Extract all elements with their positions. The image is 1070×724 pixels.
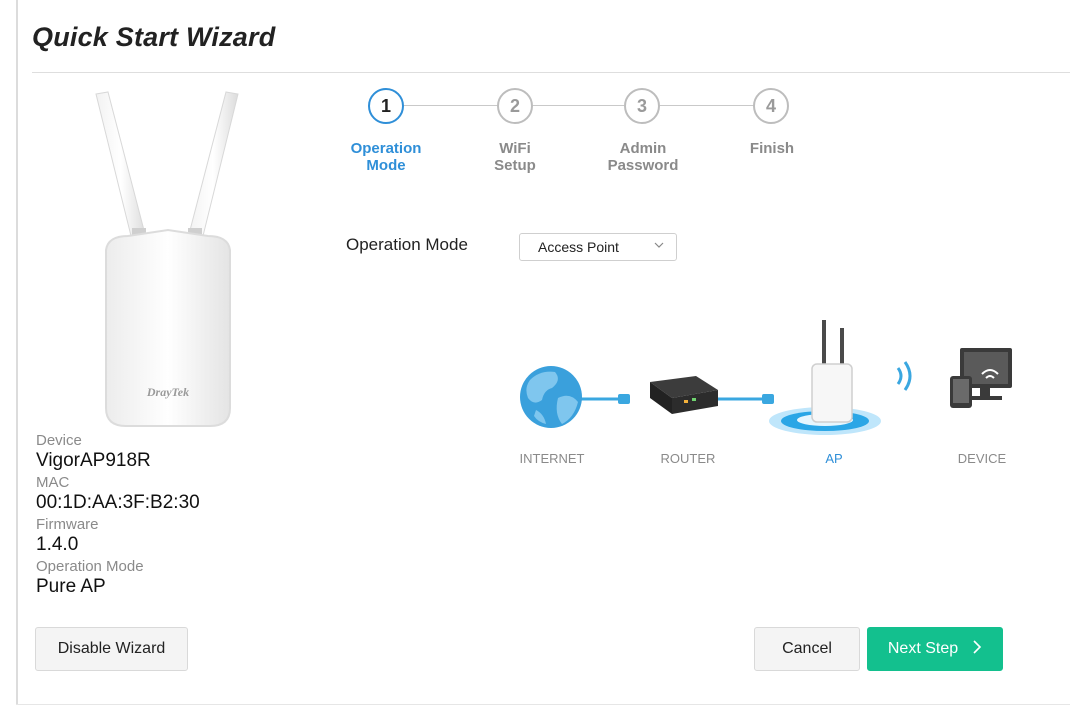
operation-mode-selected-value: Access Point bbox=[538, 239, 619, 255]
router-label: ROUTER bbox=[660, 451, 716, 466]
step-3-label: Admin Password bbox=[593, 140, 693, 174]
cancel-button[interactable]: Cancel bbox=[754, 627, 860, 671]
step-2-label: WiFi Setup bbox=[465, 140, 565, 174]
step-1-label: Operation Mode bbox=[336, 140, 436, 174]
ap-label: AP bbox=[825, 451, 843, 466]
operation-mode-select[interactable]: Access Point bbox=[519, 233, 677, 261]
device-icon bbox=[950, 348, 1012, 408]
firmware-value: 1.4.0 bbox=[36, 534, 79, 555]
step-1-label-line2: Mode bbox=[366, 157, 406, 174]
left-border bbox=[16, 0, 18, 705]
router-icon bbox=[650, 376, 718, 414]
wizard-stepper: 1 2 3 4 Operation Mode WiFi Setup Admin … bbox=[340, 84, 810, 184]
mac-label: MAC bbox=[36, 474, 70, 491]
chevron-down-icon bbox=[654, 240, 664, 253]
device-label-diagram: DEVICE bbox=[957, 451, 1007, 466]
step-3-label-line1: Admin bbox=[619, 140, 667, 157]
step-connector bbox=[656, 105, 754, 106]
disable-wizard-label: Disable Wizard bbox=[57, 640, 166, 657]
step-2-label-line1: WiFi bbox=[499, 140, 531, 157]
next-step-button[interactable]: Next Step bbox=[867, 627, 1003, 671]
step-2-label-line2: Setup bbox=[494, 157, 536, 174]
step-2-circle[interactable]: 2 bbox=[497, 88, 533, 124]
step-1-circle[interactable]: 1 bbox=[368, 88, 404, 124]
chevron-right-icon bbox=[972, 639, 982, 660]
connector-icon bbox=[618, 394, 630, 404]
page-title: Quick Start Wizard bbox=[32, 22, 276, 52]
diagram-graphic bbox=[520, 320, 1012, 435]
operation-mode-field-label: Operation Mode bbox=[346, 235, 468, 254]
step-connector bbox=[528, 105, 624, 106]
network-diagram: INTERNET ROUTER AP DEVICE bbox=[500, 310, 1040, 470]
operation-mode-value: Pure AP bbox=[36, 576, 106, 597]
device-image: DrayTek bbox=[95, 91, 239, 427]
bottom-border bbox=[16, 704, 1070, 705]
access-point-icon bbox=[769, 320, 881, 435]
internet-label: INTERNET bbox=[519, 451, 585, 466]
globe-icon bbox=[520, 366, 582, 428]
step-4-label: Finish bbox=[722, 140, 822, 157]
step-1-label-line1: Operation bbox=[350, 140, 422, 157]
next-step-label: Next Step bbox=[887, 640, 959, 657]
mac-value: 00:1D:AA:3F:B2:30 bbox=[36, 492, 200, 513]
disable-wizard-button[interactable]: Disable Wizard bbox=[35, 627, 188, 671]
cancel-label: Cancel bbox=[782, 640, 832, 657]
wifi-signal-icon bbox=[896, 361, 912, 391]
step-3-circle[interactable]: 3 bbox=[624, 88, 660, 124]
step-connector bbox=[398, 105, 498, 106]
firmware-label: Firmware bbox=[36, 516, 99, 533]
brand-logo: DrayTek bbox=[146, 385, 189, 399]
connector-icon bbox=[762, 394, 774, 404]
device-label: Device bbox=[36, 432, 82, 449]
device-info-panel: Device VigorAP918R MAC 00:1D:AA:3F:B2:30… bbox=[36, 432, 296, 600]
title-divider bbox=[32, 72, 1070, 73]
step-3-label-line2: Password bbox=[607, 157, 679, 174]
step-4-label-line1: Finish bbox=[749, 140, 795, 157]
step-4-circle[interactable]: 4 bbox=[753, 88, 789, 124]
device-value: VigorAP918R bbox=[36, 450, 151, 471]
operation-mode-label: Operation Mode bbox=[36, 558, 144, 575]
